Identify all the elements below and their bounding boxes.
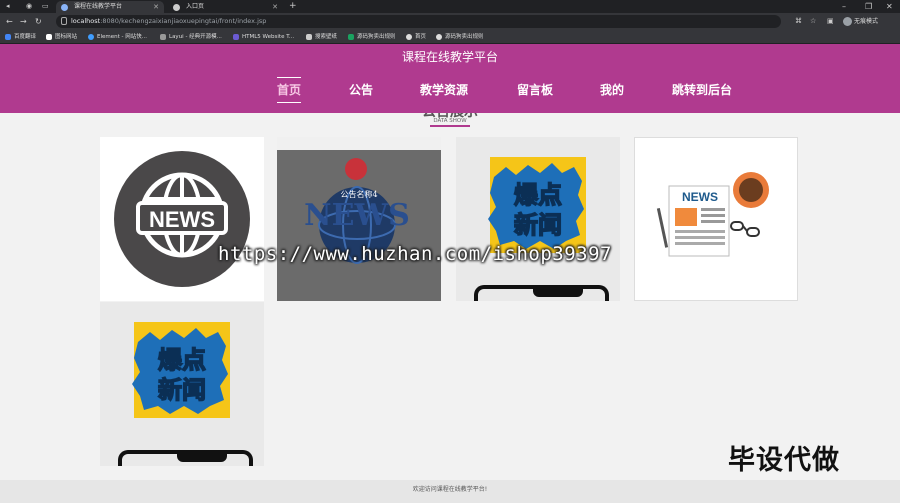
back-icon[interactable]: ← [6, 15, 13, 28]
close-tab-icon[interactable]: ✕ [272, 1, 278, 13]
html5-icon [233, 33, 239, 40]
bookmark-star-icon[interactable]: ☆ [810, 15, 816, 28]
new-tab-icon[interactable]: + [289, 1, 297, 12]
window-icon[interactable]: ▭ [42, 1, 49, 12]
svg-text:新闻: 新闻 [158, 376, 206, 404]
close-tab-icon[interactable]: ✕ [153, 1, 159, 13]
url-host: localhost [71, 17, 101, 25]
address-toolbar: ← → ↻ localhost:8080/kechengzaixianjiaox… [0, 13, 900, 30]
phone-frame [118, 450, 253, 466]
bookmark-item[interactable]: 图标网站 [46, 30, 77, 44]
url-input[interactable]: localhost:8080/kechengzaixianjiaoxueping… [56, 15, 781, 28]
globe-icon [436, 33, 442, 40]
watermark-text: https://www.huzhan.com/ishop39397 [218, 243, 612, 265]
nav-message-board-overlay[interactable]: 留言板 [517, 82, 553, 98]
svg-text:NEWS: NEWS [304, 198, 410, 233]
info-icon[interactable] [61, 17, 67, 25]
baodian-news-badge: 爆点 新闻 [488, 157, 586, 253]
bookmark-item[interactable]: 源码狗卖出规则 [348, 30, 396, 44]
profile-label: 无痕模式 [854, 18, 879, 25]
nav-notice-overlay[interactable]: 公告 [349, 82, 373, 98]
bookmark-icon [46, 33, 52, 40]
tab-active[interactable]: 课程在线教学平台 ✕ [56, 1, 164, 13]
back-arrow-icon[interactable]: ◂ [6, 1, 10, 12]
element-icon [88, 33, 94, 40]
nav-home-overlay[interactable]: 首页 [277, 77, 302, 103]
notice-caption: 公告名称4 [340, 190, 378, 199]
notice-card[interactable]: NEWS 公告名称4 [277, 137, 441, 301]
news-word: NEWS [682, 190, 718, 204]
incognito-profile[interactable]: 无痕模式 [843, 15, 878, 28]
reload-icon[interactable]: ↻ [35, 15, 42, 28]
site-favicon-icon [61, 4, 68, 11]
nav-resources-overlay[interactable]: 教学资源 [420, 82, 468, 98]
site-title-overlay: 课程在线教学平台 [401, 50, 498, 64]
section-underline [430, 125, 470, 127]
bookmark-item[interactable]: 源码狗卖出规则 [436, 30, 484, 44]
newspaper-coffee-image: NEWS [656, 172, 769, 257]
chrome-logo-icon: ◉ [26, 2, 33, 10]
tab-title: 课程在线教学平台 [74, 3, 123, 10]
bookmark-icon [5, 33, 11, 40]
footer-text: 欢迎访问课程在线教学平台! [412, 486, 488, 493]
bookmarks-bar: 百度翻译 图标网站 Element - 网站快... Layui - 经典开源模… [0, 30, 900, 44]
bookmark-item[interactable]: HTML5 Website T... [233, 30, 294, 44]
badge-line2: 新闻 [514, 211, 562, 239]
nav-admin-overlay[interactable]: 跳转到后台 [672, 82, 732, 98]
stamp-text: 毕设代做 [728, 445, 840, 476]
notice-card[interactable]: 爆点 新闻 [100, 302, 264, 466]
news-3d-globe-image: NEWS [304, 158, 410, 264]
minimize-icon[interactable]: – [842, 0, 846, 13]
bookmark-item[interactable]: 百度翻译 [5, 30, 36, 44]
section-subtitle: DATA SHOW [433, 118, 467, 124]
layui-icon [160, 33, 166, 40]
translate-icon[interactable]: ⌘ [795, 15, 802, 28]
bookmark-item[interactable]: 搜索壁纸 [306, 30, 337, 44]
globe-icon [173, 4, 180, 11]
svg-text:爆点: 爆点 [158, 346, 206, 374]
news-word: NEWS [149, 207, 215, 232]
close-window-icon[interactable]: ✕ [886, 0, 893, 13]
incognito-icon [843, 17, 852, 26]
bookmark-item[interactable]: Layui - 经典开源模... [160, 30, 222, 44]
bookmark-icon [348, 33, 354, 40]
baodian-news-badge: 爆点 新闻 [132, 322, 230, 418]
tab-title: 入口页 [186, 3, 205, 10]
site-footer: 欢迎访问课程在线教学平台! [0, 480, 900, 503]
phone-frame [474, 285, 609, 301]
nav-mine-overlay[interactable]: 我的 [600, 82, 624, 98]
badge-line1: 爆点 [514, 181, 562, 209]
restore-icon[interactable]: ❐ [865, 0, 872, 13]
browser-tab-bar: ◂ ◉ ▭ 课程在线教学平台 ✕ 入口页 ✕ + – ❐ ✕ [0, 0, 900, 13]
bookmark-item[interactable]: Element - 网站快... [88, 30, 147, 44]
image-icon [306, 33, 312, 40]
notice-card[interactable]: NEWS [100, 137, 264, 301]
news-globe-icon: NEWS [114, 151, 250, 287]
notice-card[interactable]: NEWS [634, 137, 798, 301]
tab-inactive[interactable]: 入口页 ✕ [168, 1, 283, 13]
globe-icon [406, 33, 412, 40]
bookmark-item[interactable]: 首页 [406, 30, 426, 44]
notice-card[interactable]: 爆点 新闻 [456, 137, 620, 301]
url-path: :8080/kechengzaixianjiaoxuepingtai/front… [100, 17, 267, 25]
extension-icon[interactable]: ▣ [827, 15, 834, 28]
forward-icon[interactable]: → [20, 15, 27, 28]
